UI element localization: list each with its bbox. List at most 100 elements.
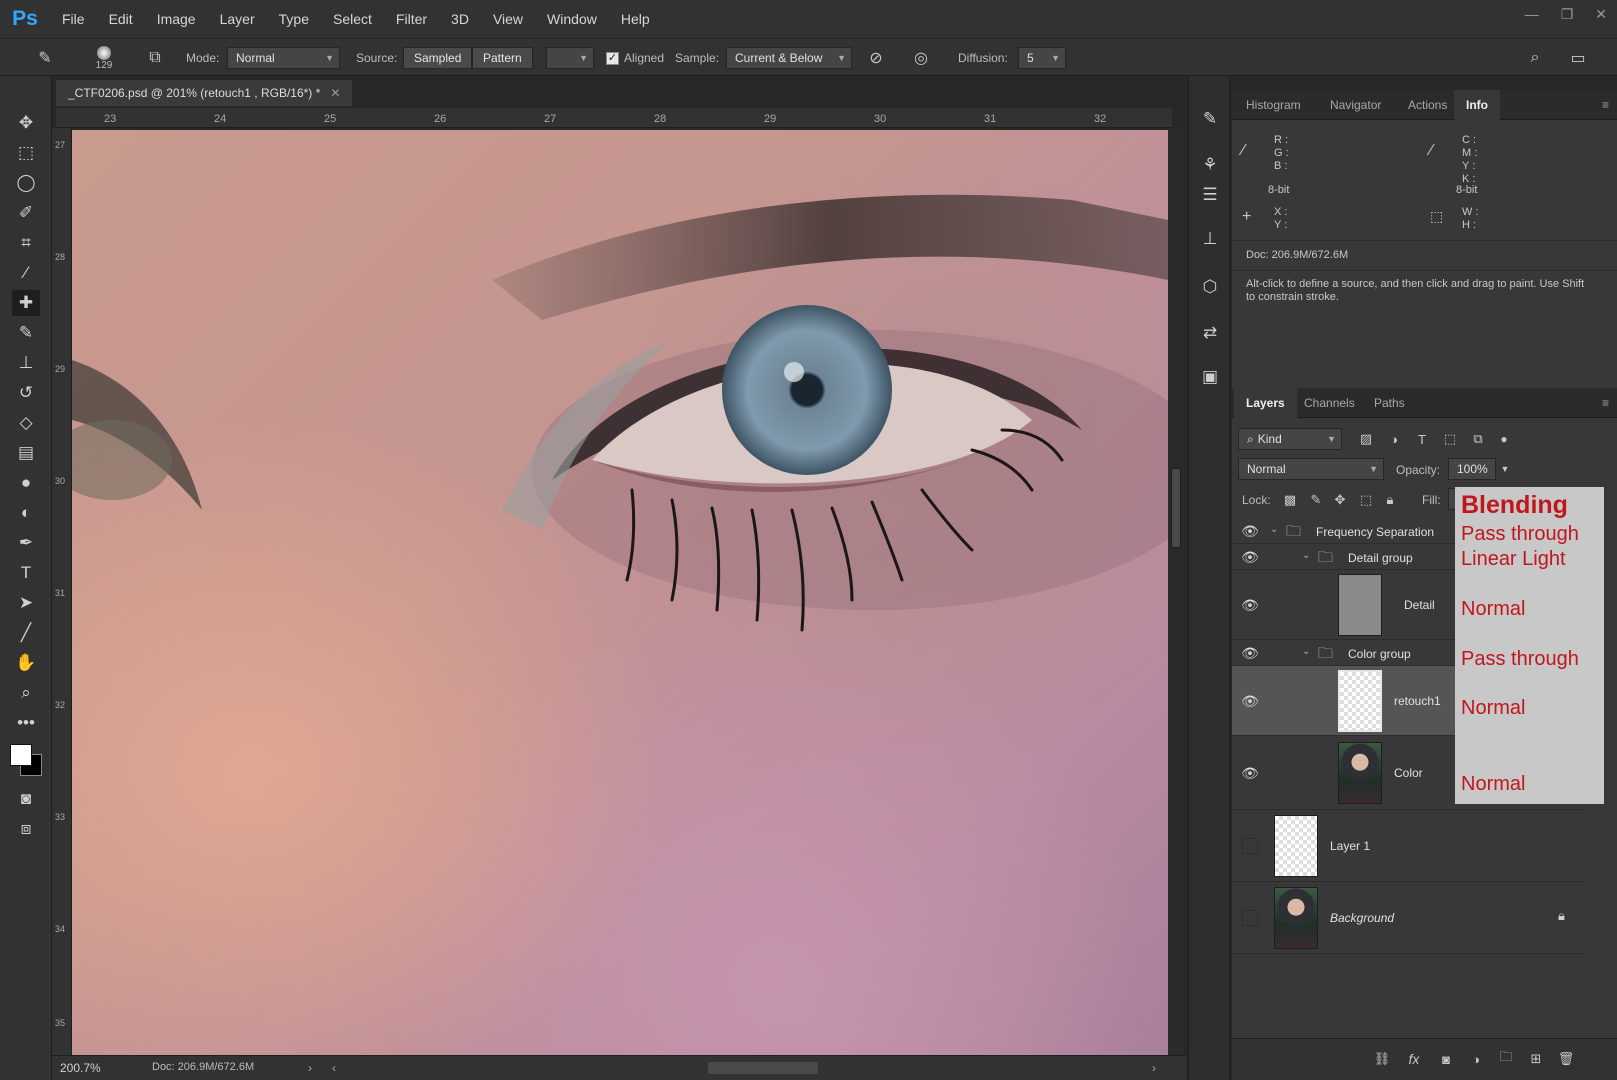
eye-icon[interactable]: 👁︎ bbox=[1238, 545, 1262, 569]
chevron-down-icon[interactable]: ▼ bbox=[1498, 458, 1512, 480]
quick-selection-tool-icon[interactable]: ✐ bbox=[12, 200, 40, 226]
menu-layer[interactable]: Layer bbox=[208, 11, 267, 27]
menu-file[interactable]: File bbox=[50, 11, 97, 27]
filter-shape-icon[interactable]: ⬚ bbox=[1440, 428, 1460, 450]
3d-icon[interactable]: ⬡ bbox=[1197, 274, 1223, 300]
menu-view[interactable]: View bbox=[481, 11, 535, 27]
healing-brush-tool-icon[interactable]: ✚ bbox=[12, 290, 40, 316]
eye-icon[interactable]: 👁︎ bbox=[1238, 761, 1262, 785]
tab-channels[interactable]: Channels bbox=[1292, 388, 1367, 418]
libraries-icon[interactable]: ▣ bbox=[1197, 364, 1223, 390]
document-canvas[interactable] bbox=[72, 130, 1168, 1055]
lock-position-icon[interactable]: ✥ bbox=[1330, 490, 1350, 510]
tab-layers[interactable]: Layers bbox=[1234, 388, 1297, 418]
lock-all-icon[interactable]: 🔒︎ bbox=[1380, 490, 1400, 510]
screen-mode-icon[interactable]: ⧈ bbox=[12, 816, 40, 842]
scroll-left-arrow-icon[interactable]: ‹ bbox=[332, 1061, 336, 1075]
eye-icon[interactable]: 👁︎ bbox=[1238, 641, 1262, 665]
canvas-vertical-scrollbar[interactable] bbox=[1168, 128, 1184, 1058]
menu-edit[interactable]: Edit bbox=[97, 11, 145, 27]
move-tool-icon[interactable]: ✥ bbox=[12, 110, 40, 136]
layer-filter-kind-dropdown[interactable]: ⌕ Kind ▼ bbox=[1238, 428, 1342, 450]
clone-source-icon[interactable]: ⊥ bbox=[1197, 226, 1223, 252]
layer-row-layer-1[interactable]: Layer 1 bbox=[1232, 810, 1587, 882]
menu-filter[interactable]: Filter bbox=[384, 11, 439, 27]
path-selection-tool-icon[interactable]: ➤ bbox=[12, 590, 40, 616]
add-mask-icon[interactable]: ◙ bbox=[1436, 1049, 1456, 1069]
filter-smart-object-icon[interactable]: ⧉ bbox=[1468, 428, 1488, 450]
eye-icon[interactable]: 👁︎ bbox=[1238, 689, 1262, 713]
fx-icon[interactable]: fx bbox=[1404, 1049, 1424, 1069]
panel-menu-icon[interactable]: ≡ bbox=[1602, 396, 1609, 410]
sampled-button[interactable]: Sampled bbox=[403, 47, 473, 69]
quick-mask-icon[interactable]: ◙ bbox=[12, 786, 40, 812]
panel-menu-icon[interactable]: ≡ bbox=[1602, 98, 1609, 112]
visibility-toggle-off[interactable] bbox=[1242, 910, 1258, 926]
foreground-color-swatch[interactable] bbox=[10, 744, 32, 766]
status-menu-arrow-icon[interactable]: › bbox=[308, 1061, 312, 1075]
brushes-icon[interactable]: ⚘ bbox=[1197, 152, 1223, 178]
tab-navigator[interactable]: Navigator bbox=[1318, 90, 1393, 120]
lasso-tool-icon[interactable]: ◯ bbox=[12, 170, 40, 196]
pen-tool-icon[interactable]: ✒ bbox=[12, 530, 40, 556]
filter-pixel-icon[interactable]: ▨ bbox=[1356, 428, 1376, 450]
healing-brush-preset-icon[interactable]: ✎ bbox=[28, 39, 62, 77]
more-tools-icon[interactable]: ••• bbox=[12, 710, 40, 736]
tab-actions[interactable]: Actions bbox=[1396, 90, 1459, 120]
lock-image-icon[interactable]: ✎ bbox=[1306, 490, 1326, 510]
zoom-tool-icon[interactable]: ⌕ bbox=[12, 680, 40, 706]
gradient-tool-icon[interactable]: ▤ bbox=[12, 440, 40, 466]
aligned-checkbox[interactable]: ✓ Aligned bbox=[606, 39, 664, 77]
chevron-down-icon[interactable]: ⌄ bbox=[1302, 646, 1310, 657]
clone-stamp-tool-icon[interactable]: ⊥ bbox=[12, 350, 40, 376]
new-layer-icon[interactable]: ⊞ bbox=[1526, 1049, 1546, 1069]
line-tool-icon[interactable]: ╱ bbox=[12, 620, 40, 646]
horizontal-scrollbar-thumb[interactable] bbox=[708, 1062, 818, 1074]
menu-3d[interactable]: 3D bbox=[439, 11, 481, 27]
eye-icon[interactable]: 👁︎ bbox=[1238, 519, 1262, 543]
clone-source-panel-icon[interactable]: ⧉ bbox=[143, 39, 167, 77]
tab-paths[interactable]: Paths bbox=[1362, 388, 1417, 418]
marquee-tool-icon[interactable]: ⬚ bbox=[12, 140, 40, 166]
history-brush-tool-icon[interactable]: ↺ bbox=[12, 380, 40, 406]
filter-adjustment-icon[interactable]: ◑ bbox=[1384, 428, 1404, 450]
close-icon[interactable]: ✕ bbox=[330, 86, 340, 100]
brush-size-picker[interactable]: 129 bbox=[92, 39, 116, 77]
lock-transparent-icon[interactable]: ▩ bbox=[1280, 490, 1300, 510]
close-window-button[interactable]: ✕ bbox=[1595, 6, 1607, 23]
document-tab[interactable]: _CTF0206.psd @ 201% (retouch1 , RGB/16*)… bbox=[56, 80, 353, 106]
filter-toggle-icon[interactable]: ● bbox=[1494, 428, 1514, 450]
workspace-icon[interactable]: ▭ bbox=[1563, 39, 1593, 77]
adjustments-icon[interactable]: ☰ bbox=[1197, 182, 1223, 208]
lock-artboard-icon[interactable]: ⬚ bbox=[1356, 490, 1376, 510]
trash-icon[interactable]: 🗑︎ bbox=[1556, 1049, 1576, 1069]
minimize-button[interactable]: — bbox=[1525, 6, 1539, 22]
pressure-size-icon[interactable]: ◎ bbox=[908, 39, 934, 77]
scrollbar-thumb[interactable] bbox=[1171, 468, 1181, 548]
eyedropper-tool-icon[interactable]: ⁄ bbox=[12, 260, 40, 286]
properties-icon[interactable]: ⇄ bbox=[1197, 320, 1223, 346]
chevron-down-icon[interactable]: ⌄ bbox=[1302, 550, 1310, 561]
menu-window[interactable]: Window bbox=[535, 11, 609, 27]
menu-select[interactable]: Select bbox=[321, 11, 384, 27]
layer-row-background[interactable]: Background 🔒︎ bbox=[1232, 882, 1587, 954]
menu-image[interactable]: Image bbox=[145, 11, 208, 27]
hand-tool-icon[interactable]: ✋ bbox=[12, 650, 40, 676]
visibility-toggle-off[interactable] bbox=[1242, 838, 1258, 854]
crop-tool-icon[interactable]: ⌗ bbox=[12, 230, 40, 256]
chevron-down-icon[interactable]: ⌄ bbox=[1270, 524, 1278, 535]
sample-dropdown[interactable]: Current & Below ▼ bbox=[726, 47, 852, 69]
new-group-icon[interactable]: 🗀︎ bbox=[1496, 1049, 1516, 1069]
filter-type-icon[interactable]: T bbox=[1412, 428, 1432, 450]
type-tool-icon[interactable]: T bbox=[12, 560, 40, 586]
menu-type[interactable]: Type bbox=[267, 11, 321, 27]
pattern-picker[interactable]: ▼ bbox=[546, 47, 594, 69]
tab-info[interactable]: Info bbox=[1454, 90, 1500, 120]
menu-help[interactable]: Help bbox=[609, 11, 662, 27]
layer-blend-mode-dropdown[interactable]: Normal ▼ bbox=[1238, 458, 1384, 480]
eraser-tool-icon[interactable]: ◇ bbox=[12, 410, 40, 436]
brush-tool-icon[interactable]: ✎ bbox=[12, 320, 40, 346]
blur-tool-icon[interactable]: ● bbox=[12, 470, 40, 496]
ignore-adjustment-layers-icon[interactable]: ⊘ bbox=[863, 39, 889, 77]
opacity-field[interactable]: 100% bbox=[1448, 458, 1496, 480]
